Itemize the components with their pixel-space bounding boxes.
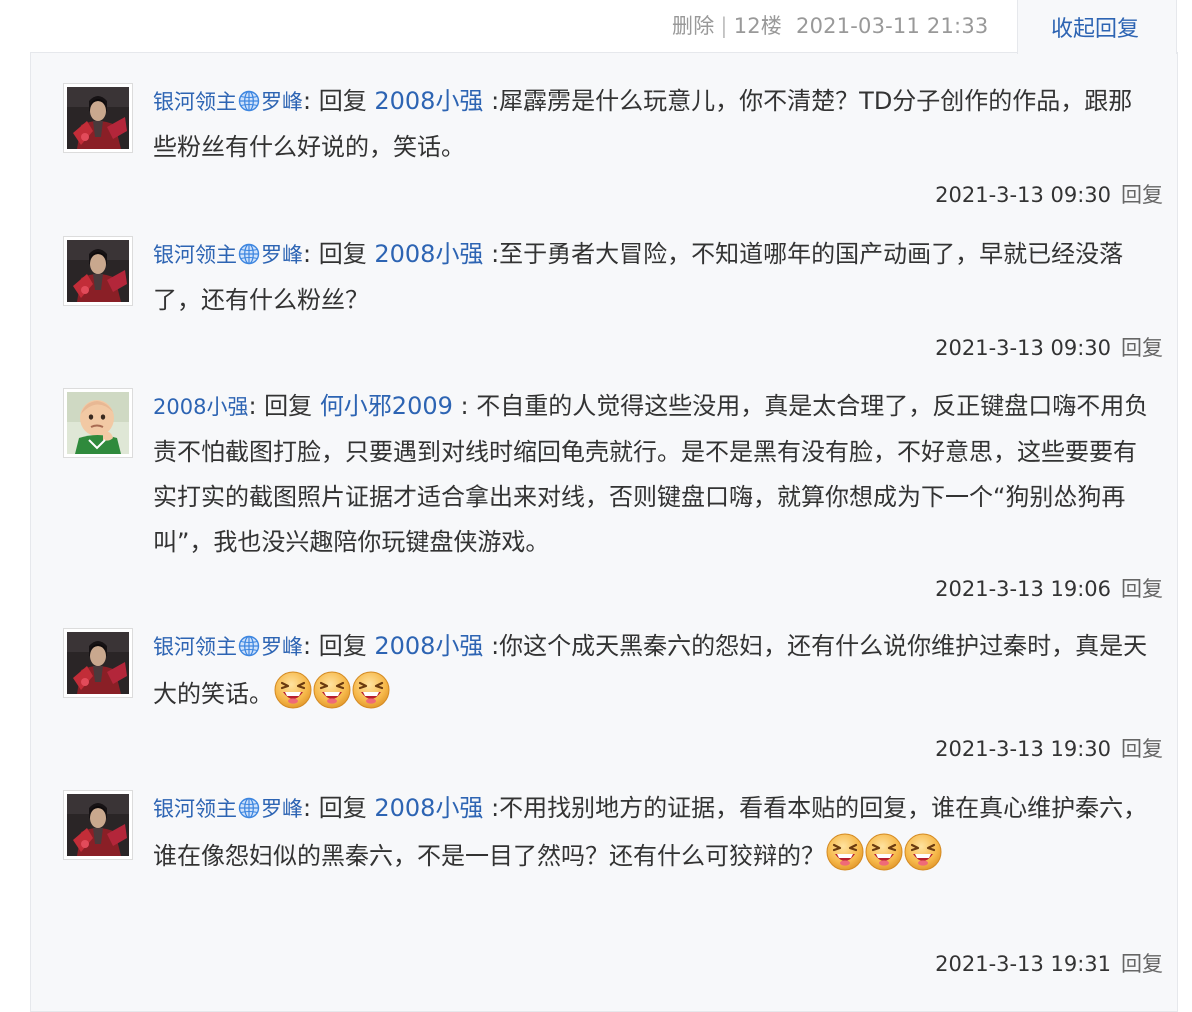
laughing-emoji-icon (903, 832, 943, 872)
laughing-emoji-icon (825, 832, 865, 872)
colon: : (303, 794, 319, 822)
reply-meta: 2021-3-13 19:30 回复 (935, 733, 1163, 763)
username-link[interactable]: 银河领主 罗峰 (153, 243, 303, 267)
reply-keyword: 回复 (318, 794, 367, 822)
username-link[interactable]: 银河领主 罗峰 (153, 635, 303, 659)
reply-button[interactable]: 回复 (1121, 577, 1163, 601)
reply-time: 2021-3-13 19:31 (935, 952, 1111, 976)
floor-meta: 删除 | 12楼 2021-03-11 21:33 (672, 10, 988, 40)
reply-time: 2021-3-13 19:30 (935, 737, 1111, 761)
delete-link[interactable]: 删除 (672, 14, 714, 38)
reply-meta: 2021-3-13 19:31 回复 (935, 948, 1163, 978)
reply-time: 2021-3-13 19:06 (935, 577, 1111, 601)
reply-meta: 2021-3-13 09:30 回复 (935, 332, 1163, 362)
reply-keyword: 回复 (264, 392, 313, 420)
laughing-emoji-icon (864, 832, 904, 872)
reply-meta: 2021-3-13 19:06 回复 (935, 573, 1163, 603)
reply-button[interactable]: 回复 (1121, 952, 1163, 976)
user-avatar[interactable] (63, 790, 133, 860)
laughing-emoji-icon (351, 670, 391, 710)
colon: : (248, 392, 265, 420)
separator: | (720, 14, 728, 38)
globe-icon (238, 635, 260, 657)
collapse-replies-tab[interactable]: 收起回复 (1017, 0, 1177, 54)
floor-header: 删除 | 12楼 2021-03-11 21:33 收起回复 (0, 0, 1192, 54)
warrior-avatar-icon (67, 794, 129, 856)
reply-target-link[interactable]: 2008小强 (374, 87, 483, 115)
reply-body: 2008小强: 回复 何小邪2009 : 不自重的人觉得这些没用，真是太合理了，… (153, 384, 1153, 565)
user-avatar[interactable] (63, 236, 133, 306)
baby-avatar-icon (67, 392, 129, 454)
reply-body: 银河领主 罗峰: 回复 2008小强 :犀霹雳是什么玩意儿，你不清楚？TD分子创作… (153, 79, 1153, 170)
laughing-emoji-icon (273, 670, 313, 710)
username-link[interactable]: 银河领主 罗峰 (153, 90, 303, 114)
reply-target-link[interactable]: 何小邪2009 (320, 392, 453, 420)
globe-icon (238, 243, 260, 265)
warrior-avatar-icon (67, 240, 129, 302)
reply-target-link[interactable]: 2008小强 (374, 240, 483, 268)
reply-target-link[interactable]: 2008小强 (374, 632, 483, 660)
reply-button[interactable]: 回复 (1121, 183, 1163, 207)
user-avatar[interactable] (63, 83, 133, 153)
username-link[interactable]: 银河领主 罗峰 (153, 797, 303, 821)
user-avatar[interactable] (63, 628, 133, 698)
reply-body: 银河领主 罗峰: 回复 2008小强 :不用找别地方的证据，看看本贴的回复，谁在真… (153, 786, 1153, 879)
reply-button[interactable]: 回复 (1121, 737, 1163, 761)
reply-target-link[interactable]: 2008小强 (374, 794, 483, 822)
warrior-avatar-icon (67, 632, 129, 694)
reply-body: 银河领主 罗峰: 回复 2008小强 :你这个成天黑秦六的怨妇，还有什么说你维护过… (153, 624, 1153, 717)
colon: : (303, 240, 319, 268)
floor-number: 12楼 (733, 14, 783, 38)
reply-keyword: 回复 (318, 240, 367, 268)
warrior-avatar-icon (67, 87, 129, 149)
colon: : (303, 87, 319, 115)
reply-time: 2021-3-13 09:30 (935, 336, 1111, 360)
globe-icon (238, 90, 260, 112)
colon: : (303, 632, 319, 660)
post-date: 2021-03-11 21:33 (796, 14, 989, 38)
reply-button[interactable]: 回复 (1121, 336, 1163, 360)
reply-keyword: 回复 (318, 632, 367, 660)
globe-icon (238, 797, 260, 819)
reply-body: 银河领主 罗峰: 回复 2008小强 :至于勇者大冒险，不知道哪年的国产动画了，早… (153, 232, 1153, 323)
user-avatar[interactable] (63, 388, 133, 458)
reply-time: 2021-3-13 09:30 (935, 183, 1111, 207)
collapse-replies-button[interactable]: 收起回复 (1051, 11, 1139, 43)
reply-meta: 2021-3-13 09:30 回复 (935, 179, 1163, 209)
username-link[interactable]: 2008小强 (153, 395, 248, 419)
reply-keyword: 回复 (318, 87, 367, 115)
laughing-emoji-icon (312, 670, 352, 710)
reply-panel: 银河领主 罗峰: 回复 2008小强 :犀霹雳是什么玩意儿，你不清楚？TD分子创作… (30, 52, 1178, 1012)
